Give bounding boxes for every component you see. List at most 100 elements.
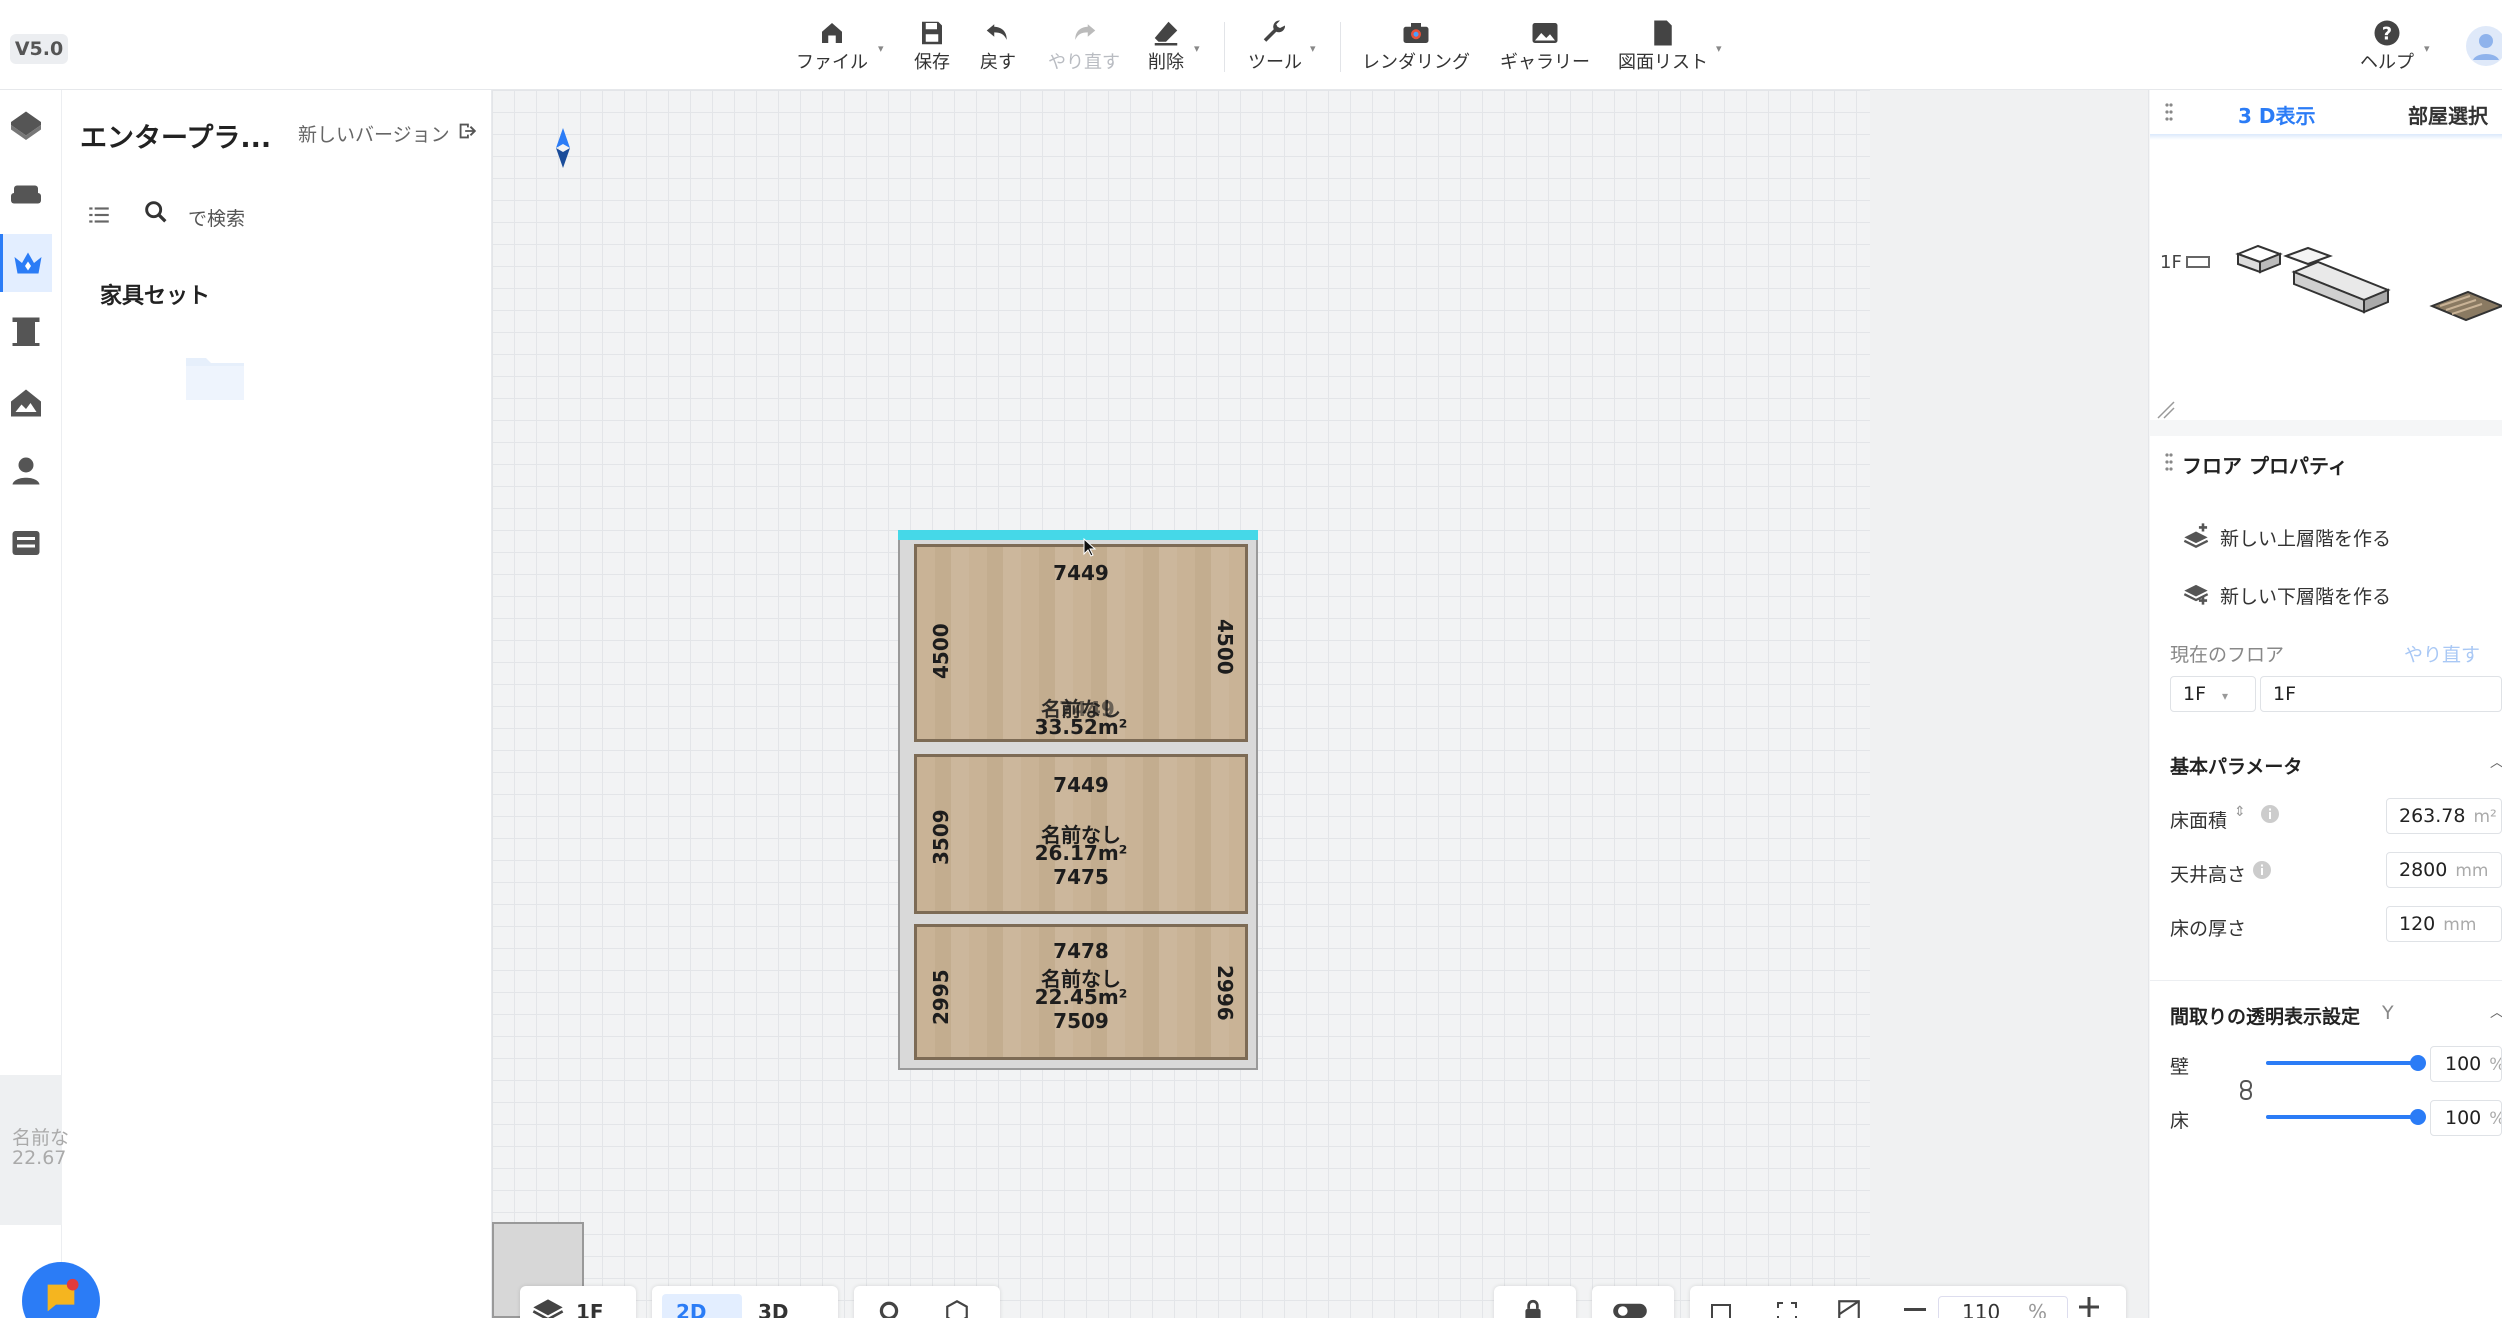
basic-params-heading: 基本パラメータ [2170, 756, 2303, 778]
file-button[interactable]: ファイル [796, 18, 868, 78]
chat-icon [47, 1278, 79, 1312]
drawing-list-button[interactable]: 図面リスト [1618, 18, 1708, 78]
save-icon [922, 21, 942, 45]
floor-opacity-label: 床 [2170, 1110, 2190, 1132]
lock-icon[interactable] [1518, 1298, 1548, 1318]
thumbnail-label: 名前な 22.67 [12, 1128, 69, 1168]
sofa-icon [11, 185, 41, 204]
svg-text:?: ? [2382, 24, 2392, 44]
fit-icon[interactable] [1706, 1300, 1736, 1318]
toolbar-divider [1340, 22, 1341, 72]
help-button[interactable]: ? ヘルプ [2360, 18, 2414, 78]
wall-slider-fill [2266, 1061, 2418, 1065]
info-icon[interactable] [2252, 860, 2272, 880]
ceiling-height-input[interactable]: 2800 mm [2386, 852, 2502, 888]
floor-select[interactable]: 1F ▾ [2170, 676, 2256, 712]
person-icon [12, 457, 40, 485]
room-2[interactable]: 7449 3509 名前なし 26.17m² 7475 [914, 754, 1248, 914]
version-badge: V5.0 [10, 34, 68, 64]
tab-room-select[interactable]: 部屋選択 [2408, 100, 2488, 129]
exit-icon[interactable] [456, 120, 478, 142]
camera-icon [1403, 23, 1429, 43]
box-icon[interactable] [942, 1298, 972, 1318]
delete-caret-icon[interactable]: ▾ [1194, 42, 1200, 55]
collapse-chevron-icon[interactable]: ︿ [2490, 752, 2502, 772]
rail-enterprise[interactable] [0, 234, 52, 292]
room-3-top-dim: 7478 [1053, 939, 1109, 963]
folder-icon[interactable] [184, 352, 246, 402]
info-icon[interactable] [2260, 804, 2280, 824]
zoom-out-button[interactable] [1904, 1308, 1926, 1311]
room-1[interactable]: 7449 4500 4500 名前なし 7449 33.52m² [914, 544, 1248, 742]
list-view-icon[interactable] [86, 202, 112, 228]
floor-slider-fill [2266, 1115, 2418, 1119]
resize-handle-icon[interactable] [2156, 400, 2176, 420]
redo-button[interactable]: やり直す [1048, 18, 1120, 78]
toggle-icon[interactable] [1612, 1300, 1648, 1318]
redo-link[interactable]: やり直す [2404, 640, 2480, 667]
avatar[interactable] [2464, 24, 2502, 68]
floor-name-input[interactable]: 1F [2260, 676, 2502, 712]
add-lower-floor-button[interactable]: 新しい下層階を作る [2220, 582, 2391, 609]
help-caret-icon[interactable]: ▾ [2424, 42, 2430, 55]
file-label: ファイル [796, 52, 868, 73]
rail-door[interactable] [0, 302, 52, 360]
wall-slider-handle[interactable] [2410, 1055, 2426, 1071]
new-version-link[interactable]: 新しいバージョン [298, 120, 450, 147]
room-3-area: 22.45m² [1034, 985, 1128, 1009]
compass-icon [556, 128, 570, 168]
floor-thickness-input[interactable]: 120 mm [2386, 906, 2502, 942]
category-heading: 家具セット [100, 284, 211, 309]
rendering-button[interactable]: レンダリング [1362, 18, 1470, 78]
tools-button[interactable]: ツール [1248, 18, 1302, 78]
3d-model-preview[interactable] [2232, 242, 2502, 342]
zoom-in-button[interactable] [2078, 1296, 2100, 1318]
wall-opacity-input[interactable]: 100% [2430, 1046, 2502, 1082]
collapse-chevron-icon[interactable]: ︿ [2490, 1002, 2502, 1022]
selected-wall-highlight[interactable] [898, 530, 1258, 540]
zoom-input[interactable] [1938, 1296, 2068, 1318]
rail-model[interactable] [0, 96, 52, 154]
search-icon[interactable] [142, 198, 170, 226]
floor-slider-handle[interactable] [2410, 1109, 2426, 1125]
sort-icon[interactable]: ⇕ [2234, 804, 2246, 820]
left-panel: エンタープラ... 新しいバージョン で検索 家具セット [62, 90, 492, 1318]
rail-person[interactable] [0, 442, 52, 500]
top-toolbar: V5.0 ファイル ▾ 保存 戻す やり直す 削除 ▾ ツール ▾ レンダリング… [0, 0, 2502, 90]
add-upper-floor-button[interactable]: 新しい上層階を作る [2220, 524, 2391, 551]
panel-title: エンタープラ... [80, 123, 272, 154]
file-caret-icon[interactable]: ▾ [878, 42, 884, 55]
link-icon[interactable] [2238, 1078, 2254, 1102]
view-3d-button[interactable]: 3D [758, 1300, 789, 1318]
rail-furniture[interactable] [0, 164, 52, 222]
tools-caret-icon[interactable]: ▾ [1310, 42, 1316, 55]
floor-area-label: 床面積 [2170, 810, 2228, 832]
search-input[interactable]: で検索 [188, 204, 245, 231]
undo-button[interactable]: 戻す [980, 18, 1016, 78]
save-button[interactable]: 保存 [914, 18, 950, 78]
floorplan[interactable]: 7449 4500 4500 名前なし 7449 33.52m² 7449 35… [898, 532, 1258, 1070]
drag-handle-icon[interactable] [2164, 452, 2174, 472]
floor-area-input[interactable]: 263.78 m² [2386, 798, 2502, 834]
delete-button[interactable]: 削除 [1148, 18, 1184, 78]
user-icon [2466, 26, 2502, 66]
rail-landscape[interactable] [0, 374, 52, 432]
focus-icon[interactable] [1772, 1300, 1802, 1318]
screenshot-icon[interactable] [1834, 1298, 1864, 1318]
tab-3d-view[interactable]: 3 D表示 [2238, 100, 2315, 129]
gallery-button[interactable]: ギャラリー [1500, 18, 1590, 78]
floor-percent: % [2489, 1109, 2501, 1129]
location-icon[interactable] [876, 1300, 902, 1318]
home-icon [822, 23, 842, 43]
floor-area-unit: m² [2473, 807, 2497, 827]
drawing-list-caret-icon[interactable]: ▾ [1716, 42, 1722, 55]
eraser-icon [1154, 21, 1178, 46]
rail-cabinet[interactable] [0, 514, 52, 572]
view-2d-button[interactable]: 2D [676, 1300, 707, 1318]
drag-handle-icon[interactable] [2164, 102, 2174, 122]
zoom-unit: % [2028, 1300, 2048, 1318]
room-3[interactable]: 7478 2995 2996 名前なし 22.45m² 7509 [914, 924, 1248, 1060]
room-1-top-dim: 7449 [1053, 561, 1109, 585]
floor-opacity-input[interactable]: 100% [2430, 1100, 2502, 1136]
room-2-top-dim: 7449 [1053, 773, 1109, 797]
